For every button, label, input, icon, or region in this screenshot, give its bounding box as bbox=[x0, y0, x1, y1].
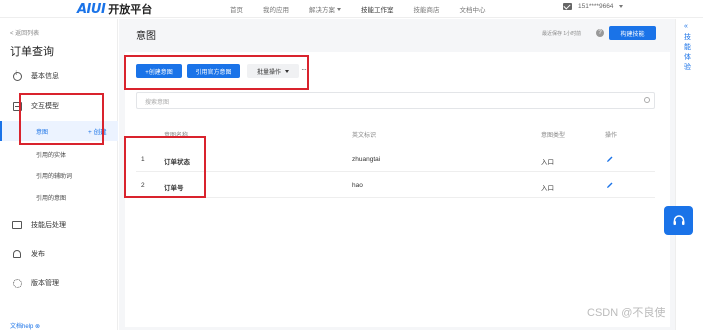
sidebar-item-publish[interactable]: 发布 bbox=[12, 249, 45, 259]
nav-home[interactable]: 首页 bbox=[230, 4, 243, 14]
bell-icon bbox=[12, 249, 22, 259]
watermark: CSDN @不良使 bbox=[587, 307, 666, 319]
highlight-box bbox=[124, 136, 206, 198]
sidebar-subitem-entities[interactable]: 引用的实体 bbox=[36, 150, 66, 159]
nav-skill-store[interactable]: 技能商店 bbox=[414, 4, 440, 14]
column-header: 操作 bbox=[605, 133, 618, 139]
table-header: 意图名称 英文标识 意图类型 操作 bbox=[136, 126, 655, 142]
mail-icon[interactable] bbox=[563, 3, 572, 10]
sidebar-subitem-aux-words[interactable]: 引用的辅助词 bbox=[36, 171, 72, 180]
nav-my-apps[interactable]: 我的应用 bbox=[263, 4, 289, 14]
table-row[interactable]: 1 订单状态 zhuangtai 入口 bbox=[136, 147, 655, 172]
search-icon[interactable] bbox=[644, 97, 650, 103]
back-link[interactable]: < 返回列表 bbox=[10, 28, 39, 37]
logo-mark: AIUI bbox=[77, 1, 106, 17]
collapse-chevron-icon[interactable]: « bbox=[684, 23, 688, 30]
intent-type: 入口 bbox=[541, 159, 554, 166]
image-icon bbox=[12, 220, 22, 230]
search-placeholder: 搜索意图 bbox=[145, 100, 170, 106]
top-nav: 首页 我的应用 解决方案 技能工作室 技能商店 文档中心 bbox=[230, 0, 506, 18]
logo-text: 开放平台 bbox=[108, 4, 153, 16]
intent-type: 入口 bbox=[541, 185, 554, 192]
edit-icon[interactable] bbox=[606, 155, 614, 163]
sidebar-subitem-ref-intents[interactable]: 引用的意图 bbox=[36, 193, 66, 202]
english-id: hao bbox=[352, 182, 363, 189]
sidebar-item-versions[interactable]: 版本管理 bbox=[12, 278, 59, 288]
sidebar: < 返回列表 订单查询 基本信息 交互模型 意图 + 创建 引用的实体 引用的辅… bbox=[0, 19, 118, 330]
highlight-box bbox=[124, 55, 309, 90]
doc-help-link[interactable]: 文档help ⊗ bbox=[10, 321, 40, 330]
nav-docs[interactable]: 文档中心 bbox=[460, 4, 486, 14]
highlight-box bbox=[19, 93, 104, 145]
logo[interactable]: AIUI 开放平台 bbox=[77, 1, 153, 17]
chevron-down-icon bbox=[619, 5, 624, 8]
sidebar-item-basic-info[interactable]: 基本信息 bbox=[12, 71, 59, 81]
customer-service-button[interactable] bbox=[664, 206, 693, 235]
skill-experience-tab[interactable]: 技能体验 bbox=[684, 33, 692, 73]
headset-icon bbox=[673, 214, 684, 225]
search-input[interactable]: 搜索意图 bbox=[136, 92, 655, 109]
english-id: zhuangtai bbox=[352, 156, 381, 163]
last-save-status: 最近保存 1小时前 bbox=[542, 31, 582, 37]
page-title: 意图 bbox=[136, 31, 156, 42]
top-bar: AIUI 开放平台 首页 我的应用 解决方案 技能工作室 技能商店 文档中心 1… bbox=[0, 0, 703, 18]
nav-skill-studio[interactable]: 技能工作室 bbox=[361, 4, 394, 14]
help-icon[interactable]: ? bbox=[596, 29, 604, 37]
column-header: 英文标识 bbox=[352, 133, 377, 139]
build-skill-button[interactable]: 构建技能 bbox=[609, 26, 656, 40]
user-phone: 151****9664 bbox=[578, 3, 614, 10]
nav-solutions[interactable]: 解决方案 bbox=[309, 4, 341, 14]
sidebar-title: 订单查询 bbox=[10, 46, 54, 58]
info-icon bbox=[12, 71, 22, 81]
user-menu[interactable]: 151****9664 bbox=[563, 3, 624, 10]
chevron-down-icon bbox=[337, 7, 341, 11]
edit-icon[interactable] bbox=[606, 181, 614, 189]
sidebar-item-post-processing[interactable]: 技能后处理 bbox=[12, 220, 66, 230]
gear-icon bbox=[12, 278, 22, 288]
column-header: 意图类型 bbox=[541, 133, 566, 139]
table-row[interactable]: 2 订单号 hao 入口 bbox=[136, 173, 655, 198]
